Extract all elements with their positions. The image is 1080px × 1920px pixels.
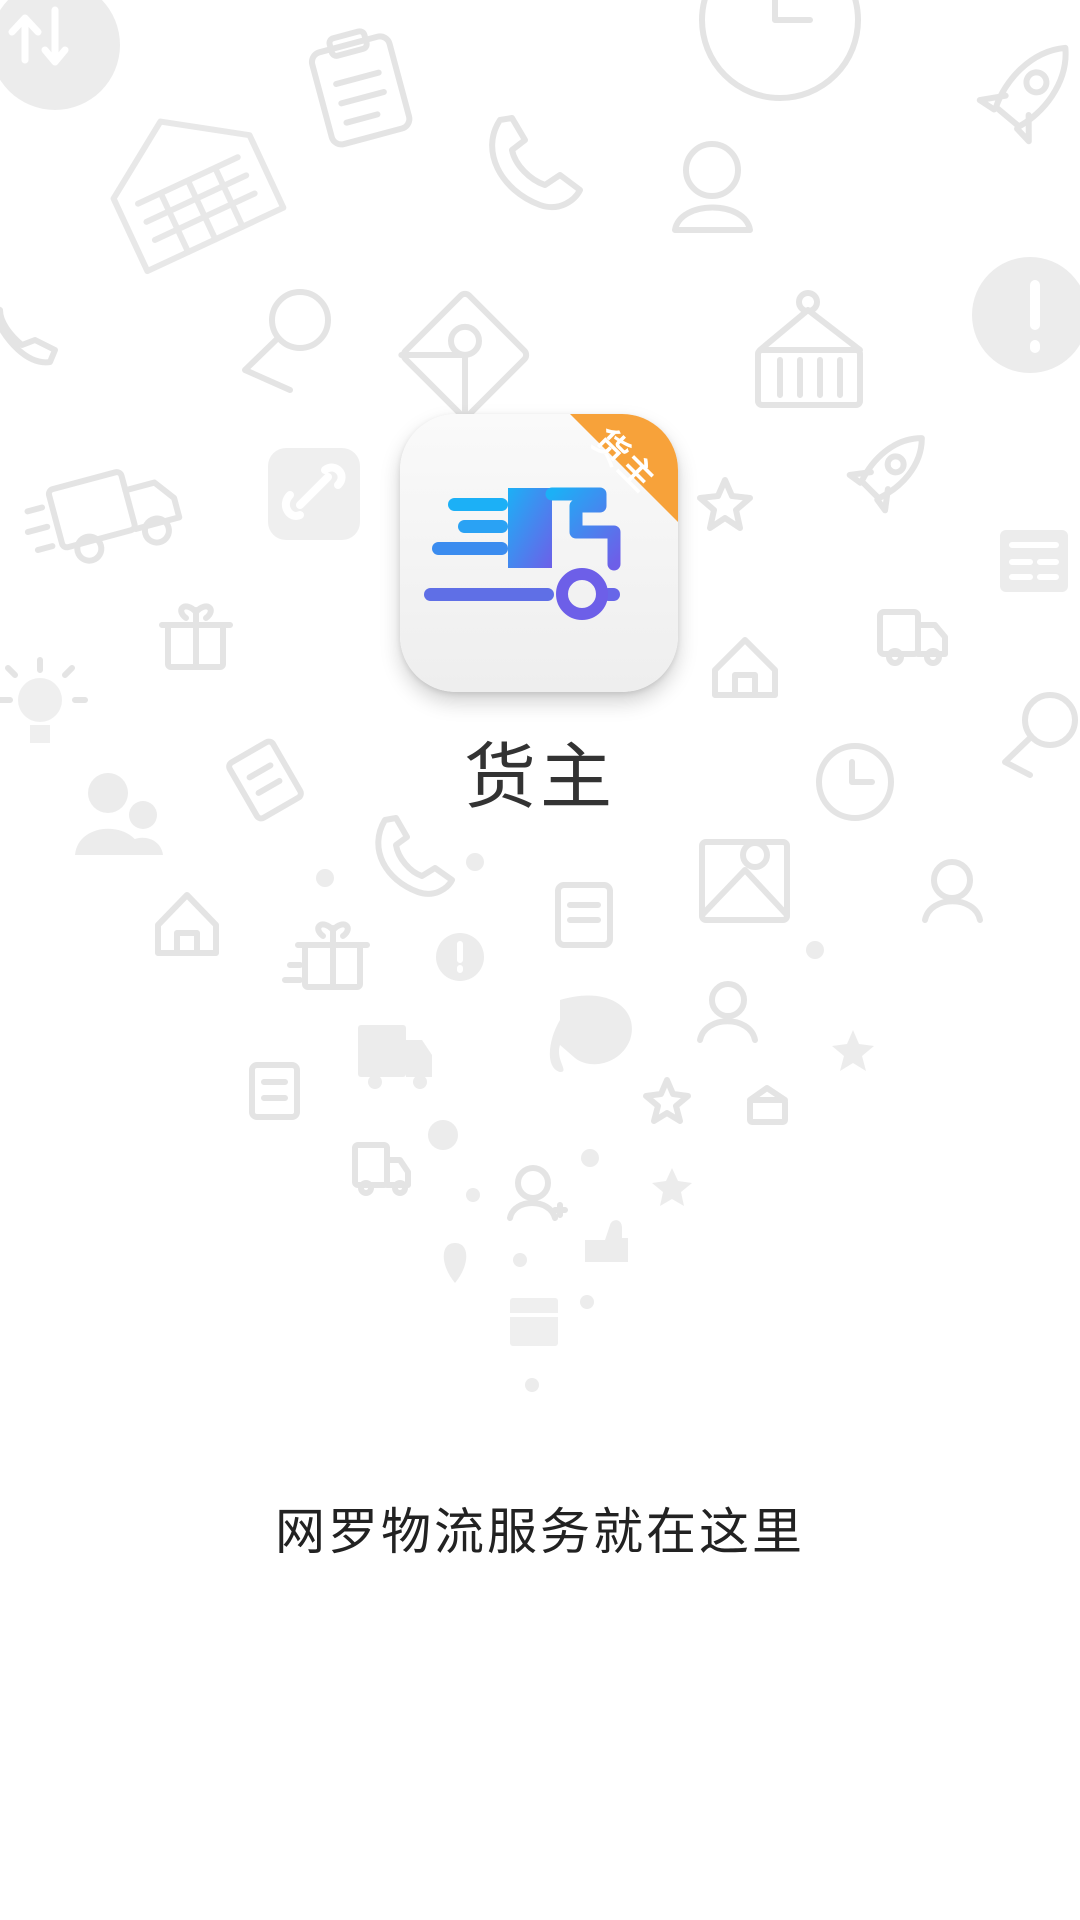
- warehouse-icon: [110, 118, 287, 275]
- gift-icon: [159, 603, 233, 670]
- link-icon: [268, 448, 360, 540]
- rocket-icon: [846, 435, 925, 514]
- rocket-icon: [976, 44, 1069, 145]
- receipt-icon: [249, 1062, 300, 1120]
- map-icon: [699, 839, 790, 923]
- alert-icon: [972, 257, 1080, 373]
- slogan-text: 网罗物流服务就在这里: [275, 1503, 805, 1561]
- clock-icon: [699, 0, 861, 101]
- home-icon: [155, 892, 219, 956]
- thumbs-up-icon: [585, 1220, 628, 1262]
- star-icon: [832, 1030, 874, 1071]
- delivery-truck-icon: [24, 469, 183, 564]
- star-icon: [652, 1168, 692, 1206]
- user-icon: [672, 141, 753, 233]
- user-icon: [922, 859, 983, 923]
- alert-icon: [436, 933, 484, 981]
- gift-icon: [282, 921, 370, 990]
- transfer-icon: [0, 0, 120, 110]
- container-icon: [755, 290, 863, 408]
- delivery-truck-icon: [877, 609, 948, 666]
- phone-icon: [489, 115, 583, 211]
- map-icon: [398, 290, 530, 422]
- location-icon: [549, 995, 632, 1072]
- background-pattern: [0, 0, 1080, 1392]
- news-icon: [1000, 530, 1068, 592]
- transfer-icon: [428, 1120, 458, 1150]
- delivery-truck-icon: [352, 1142, 411, 1196]
- clipboard-icon: [555, 882, 613, 948]
- delivery-truck-icon: [358, 1025, 432, 1089]
- splash-screen: 货主 货主 网罗物流服务就在这里: [0, 0, 1080, 1920]
- app-logo: 货主: [400, 414, 678, 692]
- user-add-icon: [507, 1165, 568, 1221]
- phone-icon: [0, 306, 58, 366]
- app-name: 货主: [463, 735, 616, 819]
- lightbulb-icon: [0, 657, 88, 743]
- home-icon: [712, 637, 778, 698]
- phone-icon: [375, 815, 455, 897]
- star-icon: [697, 477, 753, 531]
- container-icon: [747, 1085, 788, 1125]
- clipboard-icon: [308, 28, 413, 148]
- location-icon: [242, 289, 331, 393]
- user-icon: [697, 981, 758, 1043]
- store-icon: [508, 1298, 560, 1346]
- star-icon: [643, 1077, 691, 1124]
- pin-icon: [443, 1243, 467, 1283]
